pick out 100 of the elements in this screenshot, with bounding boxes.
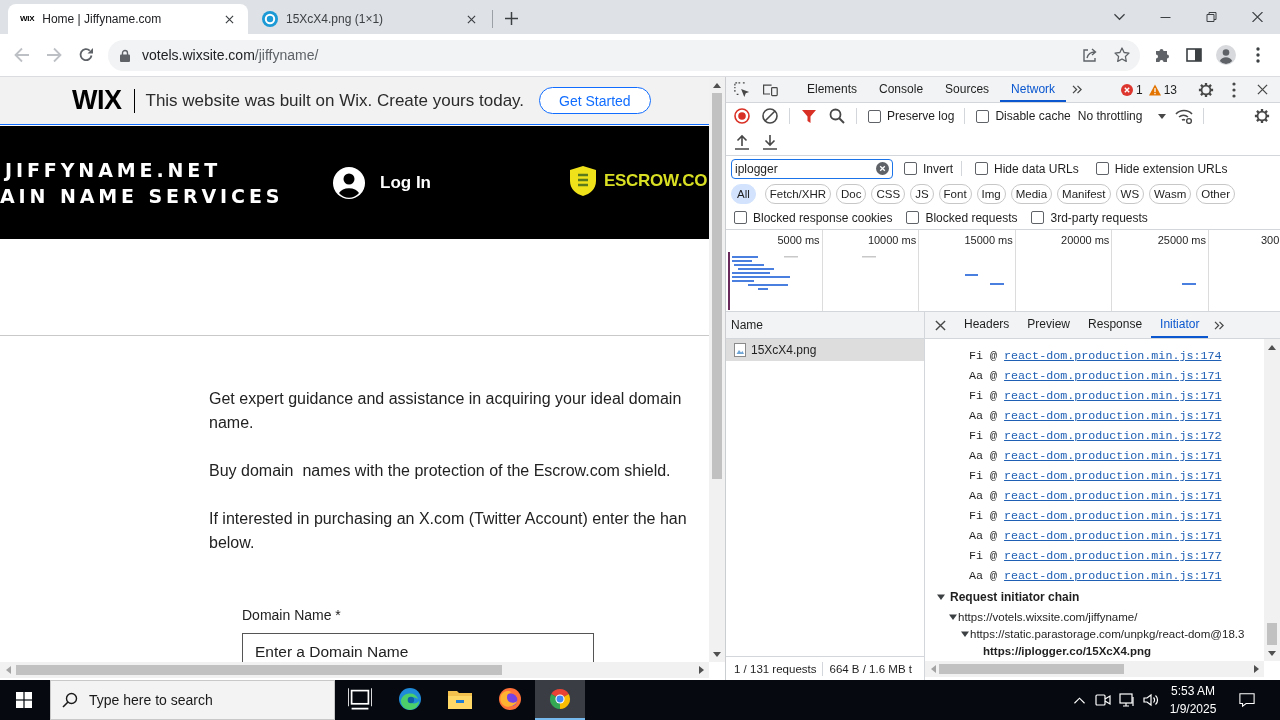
warning-counter[interactable]: 13 (1145, 77, 1180, 102)
source-link[interactable]: react-dom.production.min.js:171 (1004, 489, 1222, 503)
type-filter-button[interactable]: WS (1115, 183, 1145, 204)
checkbox[interactable] (868, 109, 881, 123)
error-counter[interactable]: 1 (1117, 77, 1146, 102)
speaker-icon[interactable] (1143, 692, 1159, 708)
double-chevron-icon[interactable] (1213, 320, 1225, 330)
star-icon[interactable] (1114, 47, 1130, 63)
type-filter-button[interactable]: Manifest (1057, 183, 1111, 204)
taskbar-search-field[interactable]: Type here to search (50, 680, 335, 720)
restore-icon[interactable] (1205, 12, 1217, 22)
source-link[interactable]: react-dom.production.min.js:171 (1004, 509, 1222, 523)
caret-down-icon[interactable] (937, 593, 945, 601)
type-filter-button[interactable]: Media (1010, 183, 1053, 204)
type-filter-button[interactable]: Wasm (1149, 183, 1192, 204)
funnel-icon[interactable] (801, 108, 817, 124)
camera-icon[interactable] (1095, 692, 1111, 708)
devtools-tab[interactable]: Sources (934, 77, 1001, 102)
source-link[interactable]: react-dom.production.min.js:177 (1004, 549, 1222, 563)
get-started-button[interactable]: Get Started (539, 87, 651, 114)
detail-tab[interactable]: Response (1079, 312, 1152, 338)
login-link[interactable]: Log In (333, 166, 431, 199)
inspect-element-icon[interactable] (734, 81, 750, 98)
browser-tab[interactable]: WIX Home | Jiffyname.com (8, 4, 248, 34)
type-filter-button[interactable]: All (731, 183, 756, 204)
share-icon[interactable] (1082, 47, 1098, 63)
checkbox[interactable] (734, 211, 747, 224)
clear-icon[interactable] (762, 108, 778, 124)
chevron-down-icon[interactable] (1113, 12, 1125, 22)
download-icon[interactable] (762, 134, 778, 150)
plus-icon[interactable] (505, 12, 518, 25)
source-link[interactable]: react-dom.production.min.js:171 (1004, 569, 1222, 583)
checkbox[interactable] (975, 162, 988, 175)
close-icon[interactable] (1251, 12, 1263, 22)
type-filter-button[interactable]: Img (976, 183, 1006, 204)
detail-tab[interactable]: Preview (1018, 312, 1080, 338)
clear-input-icon[interactable] (876, 162, 889, 175)
column-header[interactable]: Name (731, 318, 763, 332)
throttling-dropdown[interactable]: No throttling (1077, 103, 1167, 129)
scroll-down-arrow-icon[interactable] (713, 652, 721, 657)
close-icon[interactable] (934, 319, 946, 331)
settings-icon[interactable] (1254, 108, 1270, 124)
devtools-tab[interactable]: Elements (796, 77, 869, 102)
close-icon[interactable] (467, 14, 476, 24)
source-link[interactable]: react-dom.production.min.js:172 (1004, 429, 1222, 443)
source-link[interactable]: react-dom.production.min.js:171 (1004, 389, 1222, 403)
close-icon[interactable] (1256, 84, 1268, 95)
puzzle-icon[interactable] (1154, 47, 1170, 63)
devtools-tab[interactable]: Console (868, 77, 935, 102)
more-menu-icon[interactable] (1232, 81, 1236, 98)
taskbar-app[interactable] (535, 680, 585, 720)
caret-down-icon[interactable] (949, 612, 957, 621)
clock-date[interactable]: 1/9/2025 (1169, 700, 1217, 718)
source-link[interactable]: react-dom.production.min.js:171 (1004, 369, 1222, 383)
record-icon[interactable] (734, 108, 750, 124)
scroll-up-arrow-icon[interactable] (713, 83, 721, 88)
more-menu-icon[interactable] (1256, 47, 1260, 63)
source-link[interactable]: react-dom.production.min.js:171 (1004, 529, 1222, 543)
type-filter-button[interactable]: Doc (836, 183, 867, 204)
network-monitor-icon[interactable] (1119, 692, 1135, 708)
request-row[interactable]: 15XcX4.png (726, 339, 924, 361)
caret-down-icon[interactable] (961, 629, 969, 638)
scrollbar-thumb[interactable] (939, 664, 1124, 674)
type-filter-button[interactable]: Other (1196, 183, 1235, 204)
wifi-gear-icon[interactable] (1175, 108, 1194, 124)
checkbox[interactable] (1095, 162, 1109, 175)
windows-start-icon[interactable] (16, 692, 32, 708)
checkbox[interactable] (1031, 211, 1045, 224)
devtools-tab[interactable]: Network (1000, 77, 1067, 102)
scrollbar-thumb[interactable] (1267, 623, 1277, 645)
source-link[interactable]: react-dom.production.min.js:174 (1004, 349, 1222, 363)
address-bar[interactable]: votels.wixsite.com/jiffyname/ (108, 39, 1140, 71)
source-link[interactable]: react-dom.production.min.js:171 (1004, 409, 1222, 423)
reload-icon[interactable] (78, 47, 94, 63)
domain-name-input[interactable]: Enter a Domain Name (242, 633, 594, 662)
checkbox[interactable] (904, 162, 917, 175)
type-filter-button[interactable]: CSS (871, 183, 906, 204)
chevron-up-icon[interactable] (1073, 696, 1085, 704)
browser-tab[interactable]: 15XcX4.png (1×1) (250, 4, 490, 34)
type-filter-button[interactable]: JS (910, 183, 934, 204)
double-chevron-icon[interactable] (1071, 85, 1083, 94)
type-filter-button[interactable]: Font (938, 183, 972, 204)
search-icon[interactable] (829, 108, 845, 124)
side-panel-icon[interactable] (1186, 47, 1202, 63)
source-link[interactable]: react-dom.production.min.js:171 (1004, 449, 1222, 463)
source-link[interactable]: react-dom.production.min.js:171 (1004, 469, 1222, 483)
upload-icon[interactable] (734, 134, 750, 150)
checkbox[interactable] (906, 211, 920, 224)
detail-tab[interactable]: Headers (955, 312, 1019, 338)
filter-input[interactable]: iplogger (731, 158, 893, 179)
scrollbar-thumb[interactable] (16, 665, 502, 675)
scroll-right-arrow-icon[interactable] (1254, 665, 1259, 673)
type-filter-button[interactable]: Fetch/XHR (764, 183, 832, 204)
settings-icon[interactable] (1198, 81, 1214, 98)
section-title[interactable]: Request initiator chain (950, 590, 1080, 604)
minimize-icon[interactable] (1159, 16, 1171, 18)
detail-tab[interactable]: Initiator (1151, 312, 1209, 338)
notification-icon[interactable] (1239, 692, 1255, 708)
scroll-up-arrow-icon[interactable] (1268, 345, 1276, 350)
scroll-right-arrow-icon[interactable] (699, 666, 704, 674)
